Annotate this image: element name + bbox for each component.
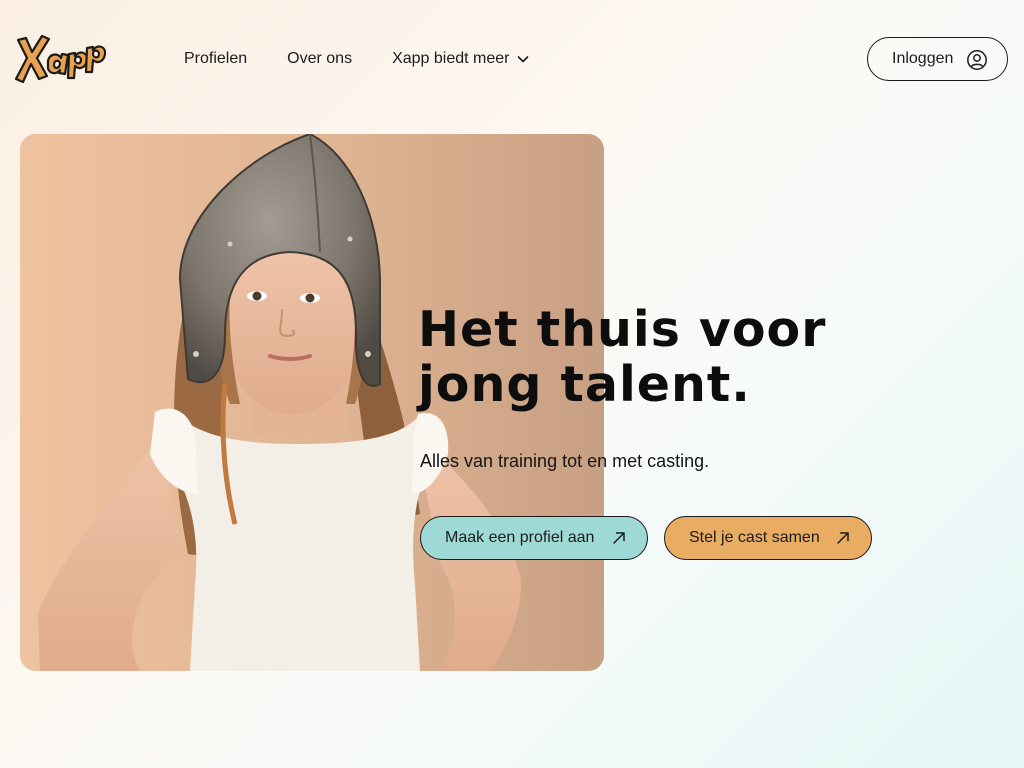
- hero-subline: Alles van training tot en met casting.: [420, 451, 710, 471]
- login-label: Inloggen: [892, 50, 954, 67]
- nav-item-label: Profielen: [184, 50, 248, 67]
- compose-cast-label: Stel je cast samen: [689, 529, 820, 546]
- nav-item-xapp-biedt-meer[interactable]: Xapp biedt meer: [392, 48, 529, 70]
- nav-item-label: Over ons: [287, 50, 353, 67]
- user-circle-icon: [967, 50, 987, 70]
- nav-item-profielen[interactable]: Profielen: [184, 48, 247, 70]
- nav-item-over-ons[interactable]: Over ons: [287, 48, 352, 70]
- hero-headline: Het thuis voor jong talent.: [418, 302, 978, 412]
- site-header: Profielen Over ons Xapp biedt meer Inlog…: [0, 0, 1024, 118]
- chevron-down-icon: [518, 56, 529, 63]
- arrow-up-right-icon: [837, 532, 849, 544]
- headline-line-2: jong talent.: [418, 356, 751, 413]
- create-profile-button[interactable]: Maak een profiel aan: [420, 516, 648, 560]
- nav-item-label: Xapp biedt meer: [392, 50, 510, 67]
- arrow-up-right-icon: [613, 532, 625, 544]
- xapp-logo[interactable]: [14, 28, 107, 88]
- headline-line-1: Het thuis voor: [418, 301, 827, 358]
- login-button[interactable]: Inloggen: [867, 37, 1008, 81]
- create-profile-label: Maak een profiel aan: [445, 529, 595, 546]
- main-nav: Profielen Over ons Xapp biedt meer: [184, 48, 529, 70]
- compose-cast-button[interactable]: Stel je cast samen: [664, 516, 872, 560]
